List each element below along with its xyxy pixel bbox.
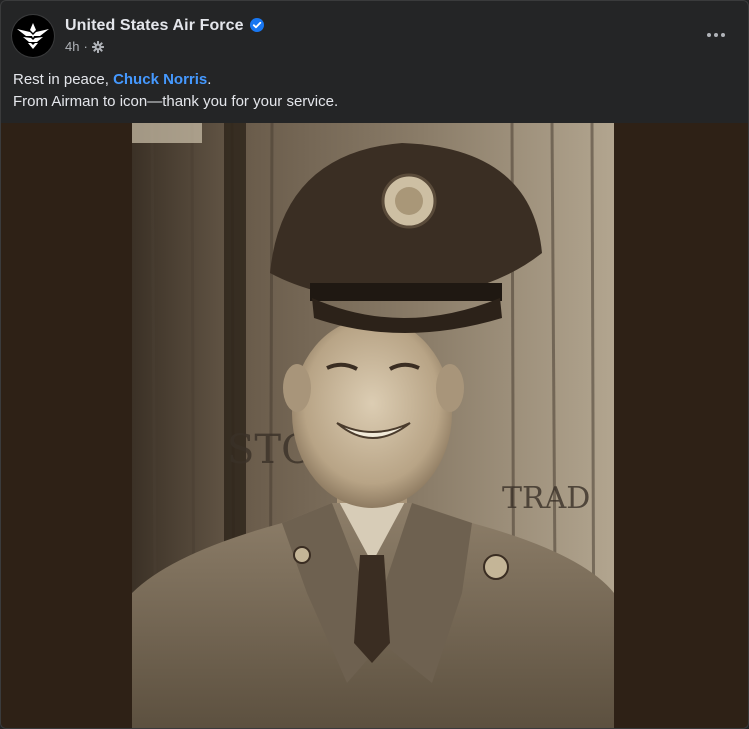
post-photo[interactable]: STO TRAD (132, 123, 614, 728)
more-options-button[interactable] (698, 21, 734, 49)
page-name[interactable]: United States Air Force (65, 17, 264, 35)
gear-icon[interactable] (91, 40, 104, 53)
caption-suffix: . (207, 71, 212, 88)
post-meta: 4h · (65, 39, 104, 54)
more-options-icon (707, 33, 725, 37)
post-timestamp[interactable]: 4h (65, 39, 79, 54)
air-force-logo-icon (17, 23, 49, 49)
caption-line-1: Rest in peace, Chuck Norris. (13, 69, 338, 91)
post-header: United States Air Force 4h · (1, 1, 748, 63)
svg-text:TRAD: TRAD (502, 481, 590, 516)
caption-prefix: Rest in peace, (13, 71, 114, 88)
mention-link[interactable]: Chuck Norris (113, 71, 207, 88)
post-media[interactable]: STO TRAD (1, 123, 748, 728)
page-name-link[interactable]: United States Air Force (65, 17, 244, 34)
page-avatar[interactable] (12, 15, 54, 57)
post-card: United States Air Force 4h · Rest in pea… (0, 0, 749, 729)
meta-separator: · (83, 39, 88, 54)
photo-image: STO TRAD (132, 123, 614, 728)
post-caption: Rest in peace, Chuck Norris. From Airman… (13, 69, 338, 113)
verified-badge-icon (249, 18, 264, 32)
caption-line-2: From Airman to icon—thank you for your s… (13, 93, 339, 110)
